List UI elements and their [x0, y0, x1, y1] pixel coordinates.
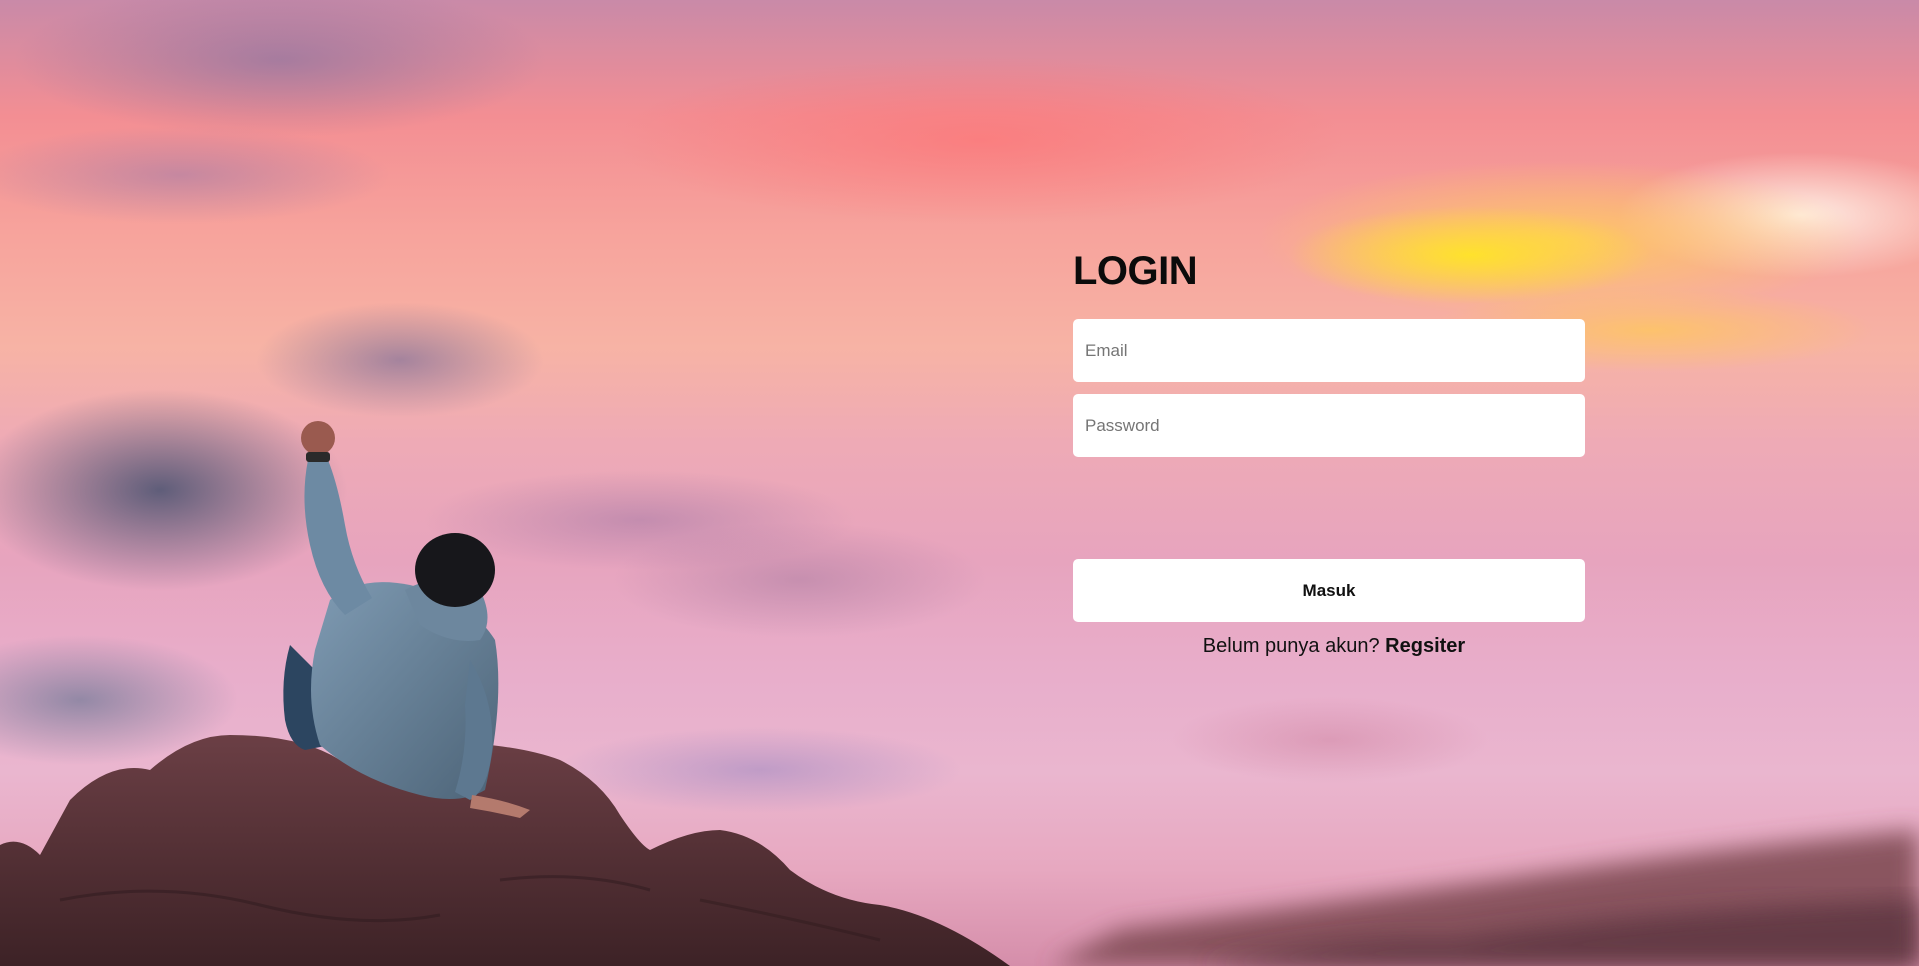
- login-form: LOGIN Masuk Belum punya akun? Regsiter: [1073, 248, 1585, 658]
- login-page: LOGIN Masuk Belum punya akun? Regsiter: [0, 0, 1919, 966]
- register-link[interactable]: Regsiter: [1385, 635, 1465, 657]
- password-field[interactable]: [1073, 394, 1585, 457]
- login-button[interactable]: Masuk: [1073, 559, 1585, 622]
- register-prompt-text: Belum punya akun?: [1202, 635, 1380, 657]
- email-field[interactable]: [1073, 319, 1585, 382]
- background-scenery: [0, 421, 1919, 966]
- rock: [0, 735, 1010, 966]
- register-prompt-line: Belum punya akun? Regsiter: [1073, 635, 1585, 658]
- page-title: LOGIN: [1073, 249, 1198, 293]
